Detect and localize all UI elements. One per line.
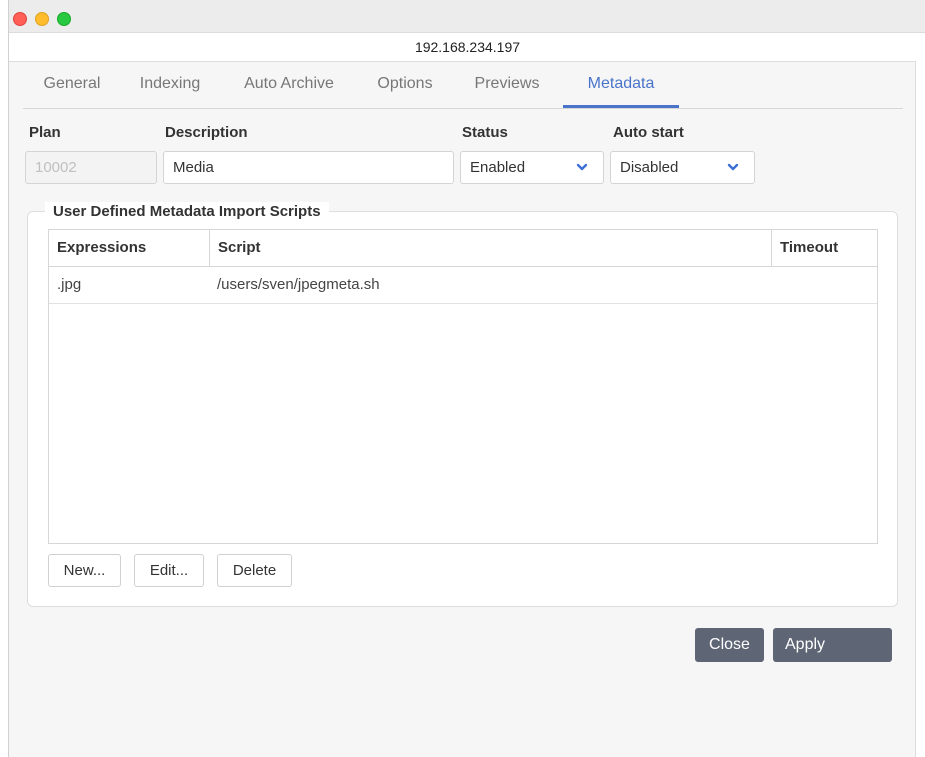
- tab-options[interactable]: Options: [372, 61, 438, 106]
- app-window: 192.168.234.197 General Indexing Auto Ar…: [8, 0, 925, 757]
- tab-previews[interactable]: Previews: [469, 61, 545, 106]
- description-field[interactable]: Media: [163, 151, 454, 184]
- column-header-expressions[interactable]: Expressions: [49, 230, 209, 266]
- column-header-timeout[interactable]: Timeout: [771, 230, 877, 266]
- table-row[interactable]: .jpg /users/sven/jpegmeta.sh: [49, 267, 877, 304]
- auto-start-label: Auto start: [613, 124, 684, 141]
- right-edge-panel: [915, 61, 925, 757]
- status-select-value: Enabled: [470, 159, 526, 176]
- table-header: Expressions Script Timeout: [49, 230, 877, 267]
- close-window-icon[interactable]: [13, 12, 27, 26]
- status-select[interactable]: Enabled: [460, 151, 604, 184]
- row-expression: .jpg: [57, 276, 82, 293]
- chevron-down-icon: [576, 163, 588, 171]
- row-script: /users/sven/jpegmeta.sh: [217, 276, 380, 293]
- column-header-script[interactable]: Script: [209, 230, 771, 266]
- tab-bar: General Indexing Auto Archive Options Pr…: [23, 61, 903, 109]
- tab-general[interactable]: General: [37, 61, 107, 106]
- scripts-group-title: User Defined Metadata Import Scripts: [45, 202, 329, 222]
- chevron-down-icon: [727, 163, 739, 171]
- apply-button[interactable]: Apply: [773, 628, 892, 662]
- title-bar: [9, 0, 925, 32]
- edit-script-button[interactable]: Edit...: [134, 554, 204, 587]
- close-button[interactable]: Close: [695, 628, 764, 662]
- tab-indexing[interactable]: Indexing: [134, 61, 206, 106]
- scripts-table: Expressions Script Timeout .jpg /users/s…: [48, 229, 878, 544]
- plan-field: 10002: [25, 151, 157, 184]
- plan-label: Plan: [29, 124, 61, 141]
- tab-metadata[interactable]: Metadata: [563, 61, 679, 108]
- delete-script-button[interactable]: Delete: [217, 554, 292, 587]
- auto-start-select-value: Disabled: [620, 159, 679, 176]
- description-label: Description: [165, 124, 248, 141]
- zoom-window-icon[interactable]: [57, 12, 71, 26]
- tab-auto-archive[interactable]: Auto Archive: [236, 61, 342, 106]
- minimize-window-icon[interactable]: [35, 12, 49, 26]
- new-script-button[interactable]: New...: [48, 554, 121, 587]
- address-bar: 192.168.234.197: [9, 32, 925, 62]
- row-timeout: [771, 267, 879, 303]
- status-label: Status: [462, 124, 508, 141]
- auto-start-select[interactable]: Disabled: [610, 151, 755, 184]
